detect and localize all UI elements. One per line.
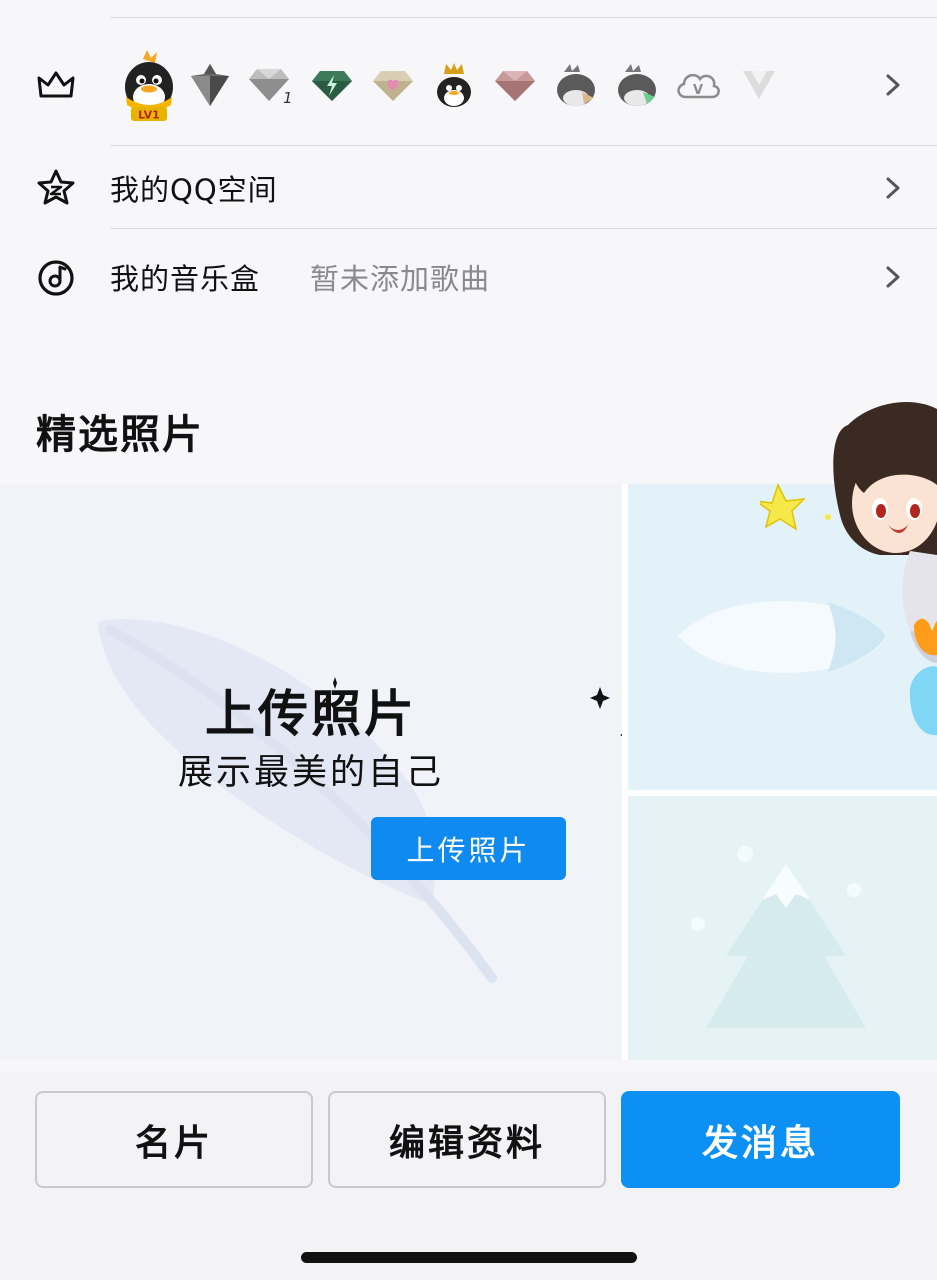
cloud-v-icon: V bbox=[667, 55, 728, 115]
music-disc-icon bbox=[36, 257, 76, 297]
crown-icon bbox=[36, 65, 76, 105]
chevron-right-icon bbox=[886, 177, 900, 199]
qzone-row[interactable]: 我的QQ空间 bbox=[0, 150, 937, 226]
upload-photo-title: 上传照片 bbox=[205, 685, 417, 743]
diamond-silver-1-icon: 1 bbox=[240, 55, 301, 115]
diamond-number: 1 bbox=[283, 89, 293, 107]
edit-profile-button[interactable]: 编辑资料 bbox=[328, 1091, 606, 1188]
v-chevron-icon bbox=[728, 55, 789, 115]
diamond-gray-icon bbox=[179, 55, 240, 115]
qzone-star-icon bbox=[36, 168, 76, 208]
upload-photo-button[interactable]: 上传照片 bbox=[371, 817, 566, 880]
upload-photo-subtitle: 展示最美的自己 bbox=[177, 753, 444, 793]
chevron-right-icon bbox=[886, 266, 900, 288]
crowned-penguin-icon bbox=[423, 55, 484, 115]
music-status: 暂未添加歌曲 bbox=[310, 262, 491, 296]
penguin-gray-icon bbox=[545, 55, 606, 115]
diamond-heart-icon bbox=[362, 55, 423, 115]
photo-placeholder-main[interactable]: 上传照片 展示最美的自己 上传照片 bbox=[0, 484, 622, 1060]
vip-badges-row[interactable]: LV1 1 V bbox=[0, 40, 937, 130]
diamond-pink-icon bbox=[484, 55, 545, 115]
divider bbox=[110, 228, 937, 229]
penguin-green-icon bbox=[606, 55, 667, 115]
featured-photos-title: 精选照片 bbox=[36, 412, 204, 458]
music-box-row[interactable]: 我的音乐盒 暂未添加歌曲 bbox=[0, 232, 937, 322]
business-card-button[interactable]: 名片 bbox=[35, 1091, 313, 1188]
music-box-label: 我的音乐盒 bbox=[110, 262, 261, 296]
avatar-character-illustration[interactable] bbox=[760, 395, 937, 755]
chevron-right-icon bbox=[886, 74, 900, 96]
cloud-letter: V bbox=[692, 83, 702, 98]
qq-level-lv1-icon: LV1 bbox=[118, 50, 179, 121]
level-text: LV1 bbox=[138, 109, 160, 122]
divider bbox=[110, 145, 937, 146]
photo-placeholder-tree[interactable] bbox=[628, 796, 937, 1060]
tree-illustration bbox=[691, 846, 866, 1028]
send-message-button[interactable]: 发消息 bbox=[621, 1091, 900, 1188]
home-indicator[interactable] bbox=[301, 1252, 637, 1263]
diamond-green-bolt-icon bbox=[301, 55, 362, 115]
qzone-label: 我的QQ空间 bbox=[110, 173, 278, 207]
badge-list: LV1 1 V bbox=[118, 40, 789, 130]
top-divider bbox=[110, 17, 937, 18]
